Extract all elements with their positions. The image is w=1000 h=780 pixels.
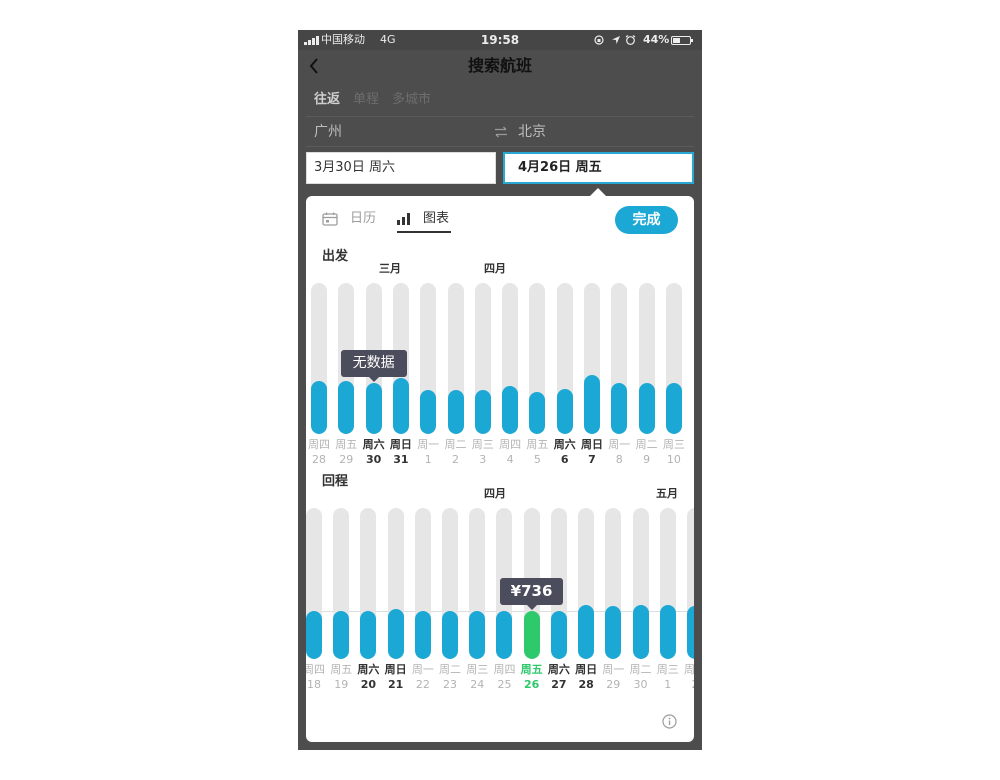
price-bar-track [447, 283, 464, 434]
price-tooltip: ¥736 [499, 577, 564, 610]
price-bar[interactable] [550, 610, 567, 659]
price-bar[interactable] [414, 610, 431, 659]
destination-city-field[interactable]: 北京 [518, 124, 546, 140]
price-bar[interactable] [529, 391, 546, 434]
clock: 19:58 [480, 33, 520, 47]
depart-section-title: 出发 [322, 249, 349, 264]
month-label: 四月 [484, 487, 506, 500]
price-bar-track [665, 283, 682, 434]
month-label: 五月 [656, 487, 678, 500]
price-bar[interactable] [496, 610, 513, 659]
month-label: 四月 [484, 262, 506, 275]
price-bar[interactable] [611, 382, 628, 434]
price-bar[interactable] [338, 381, 355, 434]
price-bar-track [686, 508, 694, 659]
divider [306, 146, 694, 147]
price-bar[interactable] [420, 390, 437, 434]
price-bar-track [474, 283, 491, 434]
location-arrow-icon [612, 36, 620, 44]
date-label: 2 [675, 678, 694, 691]
depart-date-field[interactable]: 3月30日 周六 [306, 152, 496, 184]
bar-chart-icon[interactable] [397, 213, 410, 225]
price-bar-track [632, 508, 649, 659]
battery-level [673, 38, 681, 43]
price-bar-track [529, 283, 546, 434]
alarm-icon [625, 35, 636, 45]
divider [306, 116, 694, 117]
price-bar[interactable] [360, 610, 377, 659]
price-bar-track [659, 508, 676, 659]
battery-icon [671, 36, 693, 45]
price-bar-track [442, 508, 459, 659]
price-bar[interactable] [469, 610, 486, 659]
tab-multi-city[interactable]: 多城市 [392, 92, 431, 108]
day-column[interactable]: 周三 10 [660, 283, 688, 473]
price-bar-track [638, 283, 655, 434]
return-section-title: 回程 [322, 474, 349, 489]
battery-percent: 44% [643, 33, 670, 46]
price-bar-track [605, 508, 622, 659]
orientation-lock-icon [594, 35, 604, 45]
weekday-label: 周三 [662, 438, 685, 451]
weekday-label: 周四 [683, 663, 694, 676]
done-button[interactable]: 完成 [615, 206, 678, 234]
price-bar[interactable] [665, 382, 682, 434]
price-bar-track [584, 283, 600, 434]
price-bar[interactable] [442, 610, 459, 659]
price-bar[interactable] [365, 382, 382, 434]
day-column[interactable]: 周四2 [681, 508, 694, 698]
status-bar: 中国移动 4G 19:58 44% [298, 30, 702, 50]
price-bar[interactable] [584, 375, 600, 434]
price-bar-track [414, 508, 431, 659]
price-bar-track [578, 508, 595, 659]
month-label: 三月 [379, 262, 401, 275]
trip-type-tabs: 往返 单程 多城市 [314, 92, 444, 108]
page-title: 搜索航班 [467, 56, 532, 75]
selected-price-bar[interactable] [523, 610, 540, 659]
no-data-tooltip: 无数据 [340, 349, 407, 382]
calendar-icon[interactable] [322, 212, 338, 226]
return-date-field[interactable]: 4月26日 周五 [503, 152, 694, 184]
price-bar-track [311, 283, 327, 434]
price-bar-track [306, 508, 322, 659]
tab-round-trip[interactable]: 往返 [314, 92, 340, 108]
price-bar-track [333, 508, 350, 659]
popover-pointer [590, 188, 606, 196]
price-bar[interactable] [306, 610, 322, 659]
origin-city-field[interactable]: 广州 [314, 124, 342, 140]
info-icon[interactable] [662, 714, 677, 729]
date-label: 10 [666, 453, 681, 466]
price-bar-track [611, 283, 628, 434]
price-bar[interactable] [556, 388, 573, 434]
price-bar[interactable] [502, 385, 519, 434]
active-tab-indicator [397, 231, 451, 233]
price-bar[interactable] [578, 604, 595, 659]
phone-screen: 中国移动 4G 19:58 44% 搜索航班 往返 单程 多城市 广州 北京 3 [298, 30, 702, 750]
price-bar[interactable] [605, 606, 622, 659]
swap-icon[interactable] [494, 126, 508, 138]
price-bar[interactable] [659, 604, 676, 659]
price-bar[interactable] [392, 378, 409, 434]
price-bar-track [360, 508, 377, 659]
price-bar[interactable] [333, 610, 350, 659]
price-bar[interactable] [311, 381, 327, 434]
price-bar-track [387, 508, 404, 659]
price-bar[interactable] [447, 390, 464, 434]
price-bar-track [469, 508, 486, 659]
price-bar-track [556, 283, 573, 434]
price-bar-track [502, 283, 519, 434]
tab-one-way[interactable]: 单程 [353, 92, 379, 108]
price-bar[interactable] [474, 390, 491, 434]
price-bar-track [420, 283, 437, 434]
depart-price-chart: 周四 28 周五 29 周六 30 周日 31 周一 1 周二 2 周三 3 周四 4 周五 5 周六 6 周日 7 周一 8… [306, 283, 694, 473]
price-bar[interactable] [387, 609, 404, 659]
price-bar[interactable] [686, 606, 694, 659]
tab-calendar-view[interactable]: 日历 [350, 211, 376, 227]
price-bar[interactable] [638, 382, 655, 434]
date-picker-popover: 日历 图表 完成 出发 三月 四月 周四 28 周五 29 周六 30 周日 31 周一 1 周二 2… [306, 196, 694, 742]
price-bar[interactable] [632, 604, 649, 659]
